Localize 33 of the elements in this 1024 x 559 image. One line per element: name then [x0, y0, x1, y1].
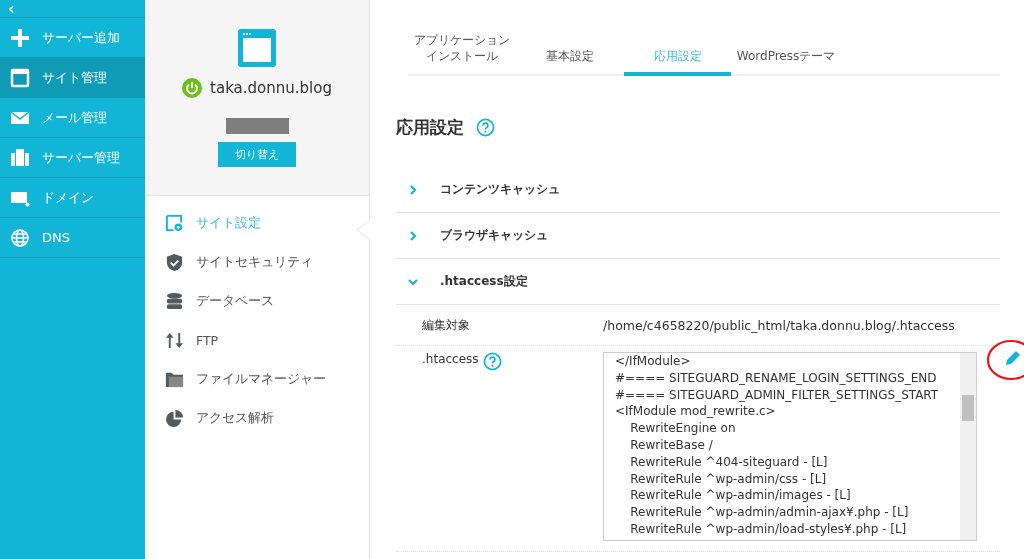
- browser-window-icon: [237, 28, 277, 68]
- site-settings-icon: [165, 214, 184, 233]
- folder-icon: [165, 370, 184, 389]
- transfer-icon: [165, 331, 184, 350]
- database-icon: [165, 292, 184, 311]
- tab[interactable]: WordPressテーマ: [731, 48, 841, 76]
- site-menu-item[interactable]: データベース: [165, 292, 274, 311]
- pie-icon: [165, 409, 184, 428]
- help-icon[interactable]: [476, 118, 495, 137]
- globe-icon: [10, 227, 30, 248]
- plus-icon: [10, 27, 30, 48]
- htaccess-text: </IfModule> #==== SITEGUARD_RENAME_LOGIN_SETTINGS_END #==== SITEGUARD_ADMIN_FILTER_SETTINGS_START <IfModule mod_rewrite.c> RewriteEngine on RewriteBase / RewriteRule ^404-siteguard - [L] RewriteRule ^wp-admin/css - [L] RewriteRule ^wp-admin/images - [L] RewriteRule ^wp-admin/admin-ajax¥.php - [L] RewriteRule ^wp-admin/load-styles¥.php - [L]: [614, 353, 940, 538]
- redacted-bar: [225, 118, 289, 134]
- site-menu-item[interactable]: FTP: [165, 331, 219, 350]
- field-label: .htaccess: [422, 352, 479, 366]
- server-icon: [10, 147, 30, 168]
- window-icon: [10, 67, 30, 88]
- file-path: /home/c4658220/public_html/taka.donnu.blog/.htaccess: [603, 317, 955, 333]
- field-label: 編集対象: [422, 316, 471, 334]
- site-menu-item[interactable]: アクセス解析: [165, 409, 274, 428]
- tab[interactable]: 基本設定: [516, 48, 624, 76]
- accordion-header[interactable]: ブラウザキャッシュ: [396, 213, 1000, 259]
- scrollbar[interactable]: [960, 353, 976, 540]
- accordion-header[interactable]: コンテンツキャッシュ: [396, 167, 1000, 213]
- site-menu-item[interactable]: ファイルマネージャー: [165, 370, 326, 389]
- site-menu-item[interactable]: サイトセキュリティ: [165, 253, 313, 272]
- pencil-icon[interactable]: [1004, 349, 1022, 367]
- accordion-header[interactable]: .htaccess設定: [396, 259, 1000, 305]
- tab[interactable]: アプリケーションインストール: [408, 32, 516, 76]
- section-heading: 応用設定: [396, 116, 464, 139]
- shield-icon: [165, 253, 184, 272]
- help-icon[interactable]: [482, 352, 502, 371]
- site-name: taka.donnu.blog: [210, 79, 332, 97]
